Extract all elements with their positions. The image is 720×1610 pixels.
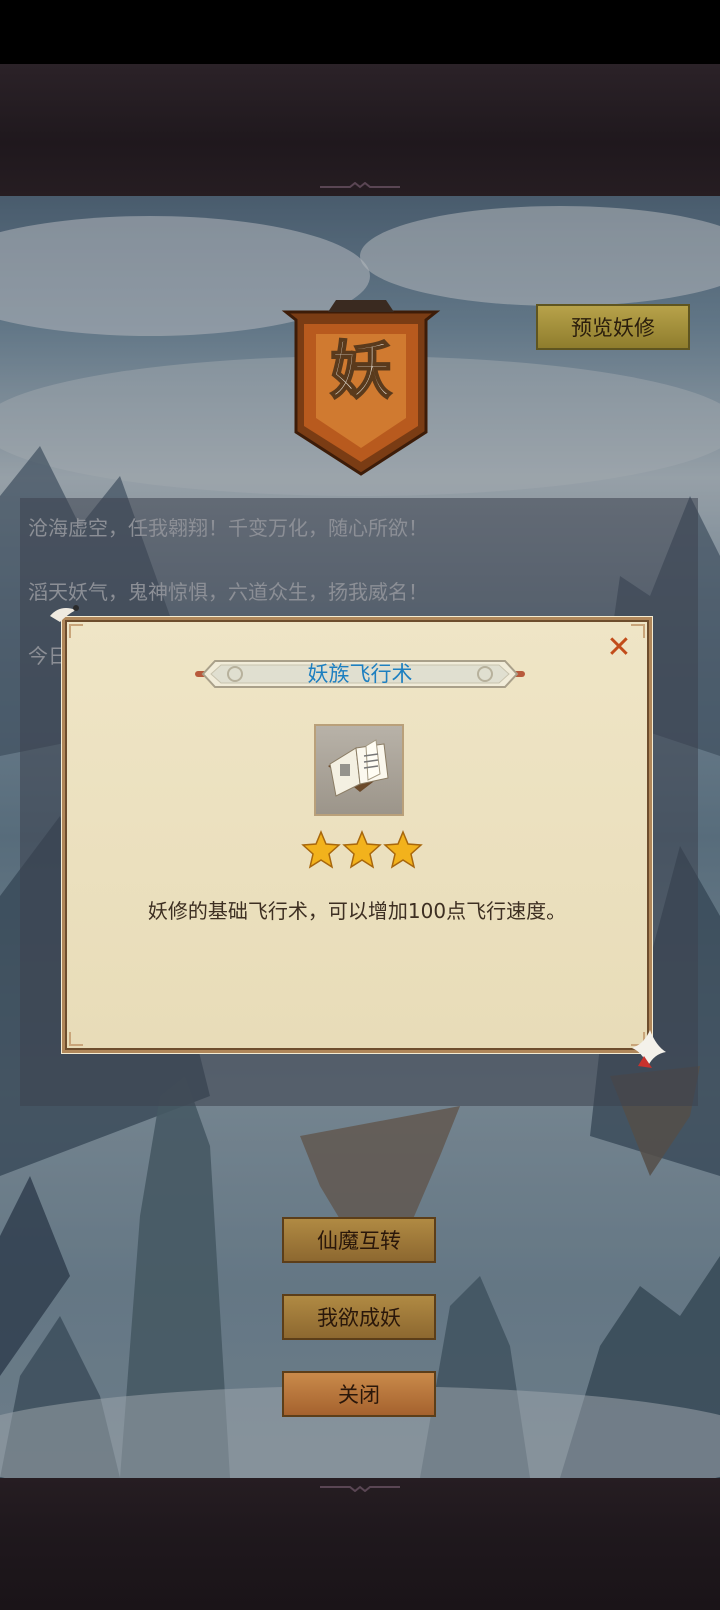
demon-emblem: 妖 xyxy=(281,300,441,476)
skill-popup: 妖族飞行术 ✕ 妖修的基础飞行术，可以增加100点飞行速度。 xyxy=(62,617,652,1053)
book-icon xyxy=(328,739,389,797)
preview-demon-button[interactable]: 预览妖修 xyxy=(536,304,690,350)
frame-ornament xyxy=(320,182,400,189)
frame-ornament xyxy=(320,1485,400,1492)
star-rating xyxy=(301,830,423,869)
status-bar xyxy=(0,0,720,64)
switch-realm-button[interactable]: 仙魔互转 xyxy=(282,1217,436,1263)
popup-corner xyxy=(631,624,645,638)
skill-description: 妖修的基础飞行术，可以增加100点飞行速度。 xyxy=(147,899,567,923)
bottom-frame xyxy=(0,1478,720,1610)
become-demon-button[interactable]: 我欲成妖 xyxy=(282,1294,436,1340)
top-frame xyxy=(0,64,720,196)
fairy-decoration xyxy=(632,1030,666,1068)
intro-line: 沧海虚空，任我翱翔！千变万化，随心所欲！ xyxy=(28,516,428,540)
popup-corner xyxy=(69,1032,83,1046)
star-icon xyxy=(383,830,423,869)
close-button[interactable]: 关闭 xyxy=(282,1371,436,1417)
close-icon[interactable]: ✕ xyxy=(605,633,633,663)
star-icon xyxy=(342,830,382,869)
emblem-character: 妖 xyxy=(330,334,392,407)
star-icon xyxy=(301,830,341,869)
popup-title: 妖族飞行术 xyxy=(307,662,413,686)
item-slot[interactable] xyxy=(314,724,404,816)
fairy-decoration xyxy=(50,605,79,622)
